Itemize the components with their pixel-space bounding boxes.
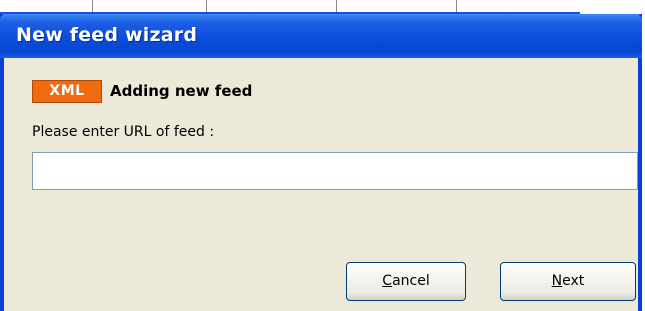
xml-feed-icon: XML	[32, 80, 102, 103]
feed-url-input[interactable]	[32, 152, 638, 190]
next-button[interactable]: Next	[500, 262, 636, 301]
step-heading: Adding new feed	[110, 82, 253, 100]
title-bar[interactable]: New feed wizard	[0, 14, 642, 58]
new-feed-wizard-dialog: New feed wizard XML Adding new feed Plea…	[0, 14, 642, 311]
background-divider	[336, 0, 337, 12]
next-label-rest: ext	[562, 273, 585, 289]
screen: New feed wizard XML Adding new feed Plea…	[0, 0, 645, 311]
background-divider	[206, 0, 207, 12]
cancel-mnemonic: C	[382, 273, 393, 289]
url-label: Please enter URL of feed :	[32, 124, 215, 140]
next-mnemonic: N	[551, 273, 563, 289]
background-divider	[456, 0, 457, 12]
background-window-edge	[0, 0, 580, 14]
dialog-body: XML Adding new feed Please enter URL of …	[4, 58, 638, 311]
cancel-label-rest: ancel	[392, 273, 430, 289]
window-title: New feed wizard	[16, 24, 198, 46]
background-divider	[92, 0, 93, 12]
cancel-button[interactable]: Cancel	[346, 262, 466, 301]
